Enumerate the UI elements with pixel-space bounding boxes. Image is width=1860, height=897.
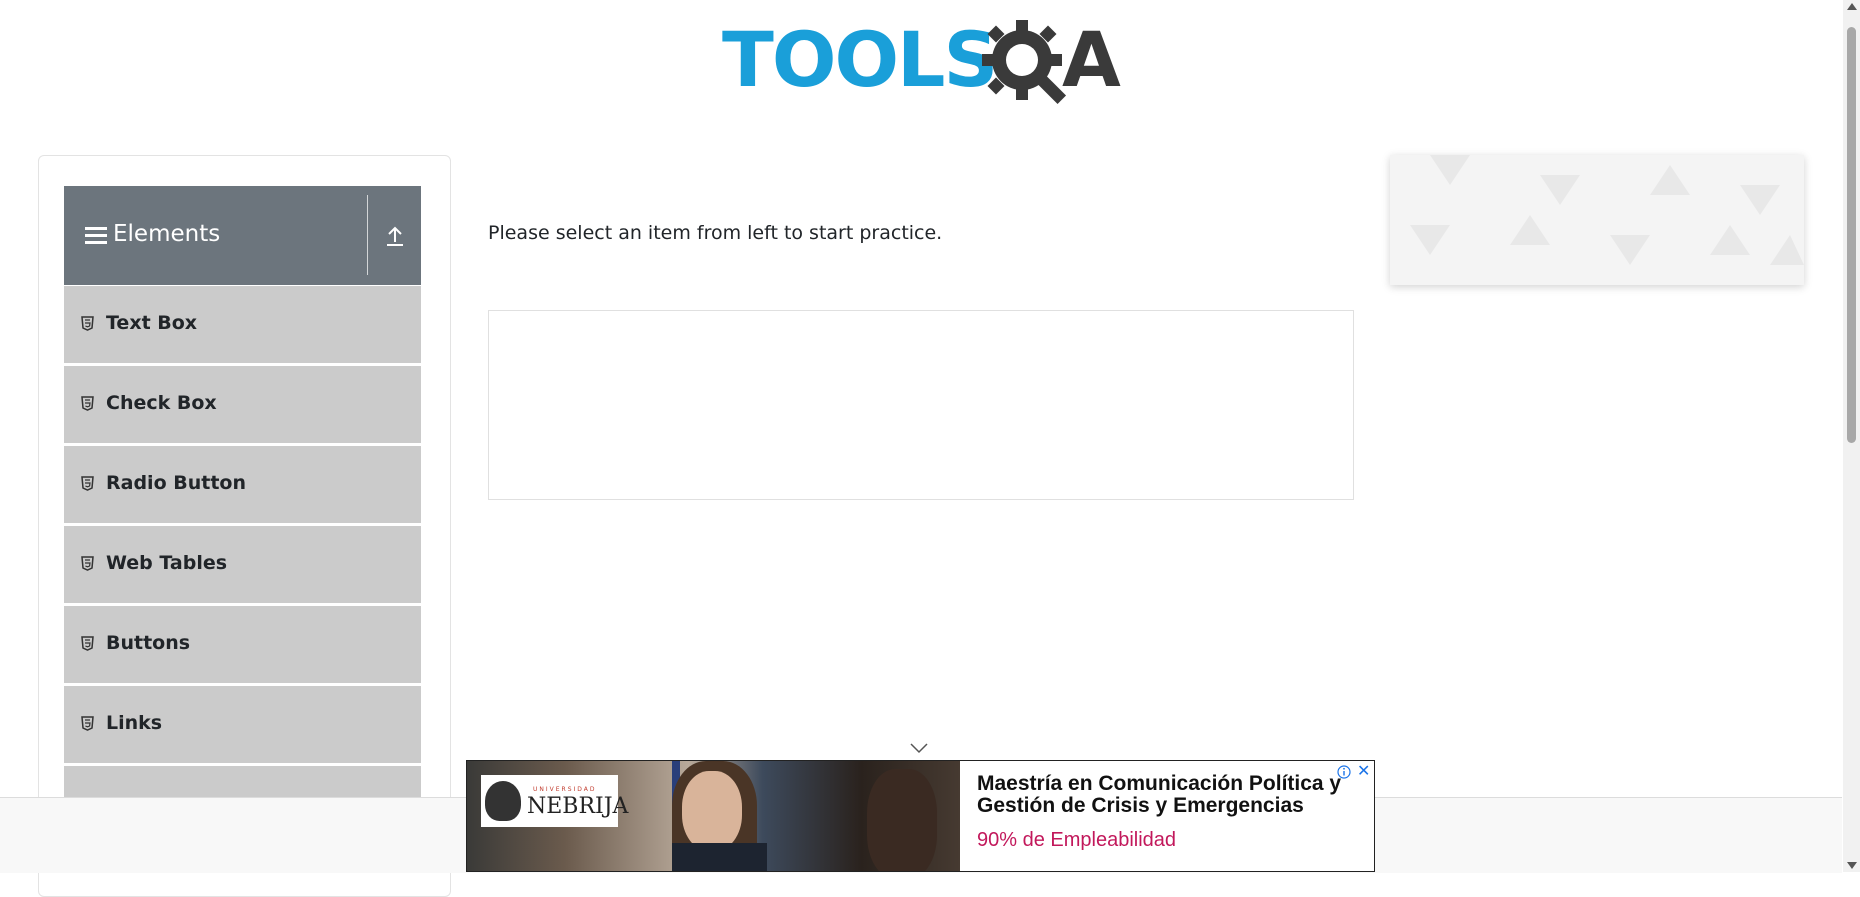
html5-icon bbox=[81, 476, 94, 491]
gear-magnifier-icon bbox=[982, 20, 1067, 105]
ad-headline[interactable]: Maestría en Comunicación Política y Gest… bbox=[977, 773, 1352, 817]
html5-icon bbox=[81, 396, 94, 411]
sidebar-item-label: Text Box bbox=[106, 312, 198, 334]
sidebar-item-buttons[interactable]: Buttons bbox=[64, 605, 421, 683]
sidebar-item-check-box[interactable]: Check Box bbox=[64, 365, 421, 443]
info-icon[interactable] bbox=[1337, 765, 1351, 779]
triangle-pattern bbox=[1410, 155, 1804, 265]
scroll-down-arrow[interactable] bbox=[1847, 862, 1857, 869]
toolsqa-logo[interactable]: TOOLS A bbox=[722, 18, 1126, 114]
chevron-down-icon[interactable] bbox=[909, 742, 929, 754]
practice-instruction: Please select an item from left to start… bbox=[488, 222, 943, 244]
nebrija-logo: UNIVERSIDAD NEBRIJA bbox=[481, 775, 628, 827]
page-scrollbar[interactable] bbox=[1843, 0, 1860, 872]
logo-text-tools: TOOLS bbox=[722, 15, 998, 104]
bottom-ad[interactable]: UNIVERSIDAD NEBRIJA Maestría en Comunica… bbox=[466, 760, 1375, 872]
crest-icon bbox=[485, 781, 521, 821]
collapse-up-icon[interactable] bbox=[384, 222, 406, 248]
html5-icon bbox=[81, 636, 94, 651]
header-divider bbox=[367, 195, 368, 275]
sidebar-group-elements[interactable]: Elements bbox=[64, 186, 421, 285]
scroll-up-arrow[interactable] bbox=[1847, 3, 1857, 10]
sidebar-item-web-tables[interactable]: Web Tables bbox=[64, 525, 421, 603]
ad-logo-top: UNIVERSIDAD bbox=[533, 786, 597, 793]
html5-icon bbox=[81, 316, 94, 331]
ad-subtext[interactable]: 90% de Empleabilidad bbox=[977, 829, 1176, 852]
sidebar-item-text-box[interactable]: Text Box bbox=[64, 285, 421, 363]
sidebar-item-label: Web Tables bbox=[106, 552, 228, 574]
sidebar-group-title: Elements bbox=[113, 221, 221, 247]
sidebar-item-label: Buttons bbox=[106, 632, 191, 654]
html5-icon bbox=[81, 556, 94, 571]
menu-icon bbox=[85, 227, 107, 245]
html5-icon bbox=[81, 716, 94, 731]
ad-photo: UNIVERSIDAD NEBRIJA bbox=[467, 761, 960, 871]
practice-area bbox=[488, 310, 1354, 500]
sidebar-item-label: Links bbox=[106, 712, 163, 734]
sidebar-item-label: Radio Button bbox=[106, 472, 246, 494]
sidebar-item-links[interactable]: Links bbox=[64, 685, 421, 763]
scroll-thumb[interactable] bbox=[1847, 27, 1856, 443]
ad-logo-name: NEBRIJA bbox=[527, 794, 629, 819]
sidebar-item-label: Check Box bbox=[106, 392, 217, 414]
logo-text-a: A bbox=[1062, 15, 1121, 104]
ad-banner-placeholder bbox=[1390, 155, 1804, 285]
sidebar-item-radio-button[interactable]: Radio Button bbox=[64, 445, 421, 523]
close-icon[interactable]: ✕ bbox=[1357, 763, 1370, 779]
